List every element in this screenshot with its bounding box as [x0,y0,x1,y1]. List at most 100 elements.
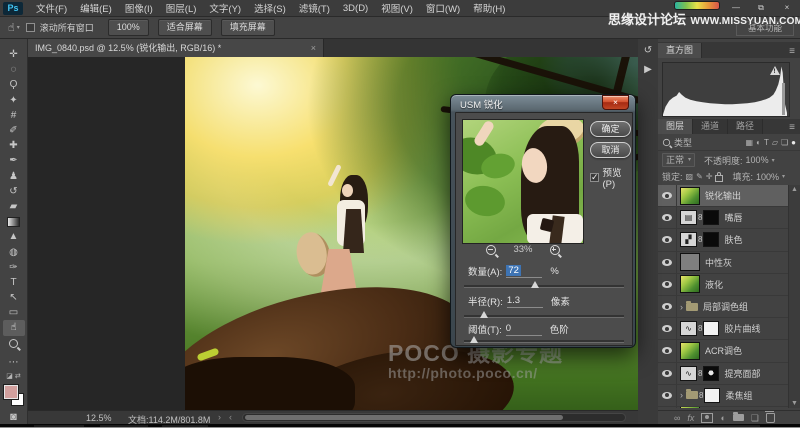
path-selection-tool[interactable]: ↖ [3,290,25,305]
layer-thumbnail[interactable] [680,406,700,408]
menu-3d[interactable]: 3D(D) [343,3,368,14]
zoom-in-icon[interactable] [549,244,560,255]
visibility-eye-icon[interactable] [662,236,672,244]
visibility-eye-icon[interactable] [662,325,672,333]
amount-slider[interactable] [464,281,624,288]
menu-file[interactable]: 文件(F) [36,1,67,15]
layer-row-partial[interactable] [658,406,788,408]
adjustment-layer-button-icon[interactable]: ◐ [720,413,725,423]
actions-panel-icon[interactable]: ▶ [641,63,655,77]
zoom-out-icon[interactable] [486,244,497,255]
new-layer-icon[interactable]: ❏ [751,413,759,423]
type-tool[interactable]: T [3,275,25,290]
horizontal-scrollbar-thumb[interactable] [245,415,563,420]
filter-smart-object-icon[interactable]: ❏ [781,138,788,147]
sharpen-preview[interactable] [462,119,584,244]
brush-tool[interactable]: ✒ [3,153,25,168]
layers-scrollbar[interactable]: ▲ ▼ [788,185,800,408]
filter-pixel-layers-icon[interactable]: ▦ [746,138,754,147]
pen-tool[interactable]: ✑ [3,260,25,275]
menu-filter[interactable]: 滤镜(T) [299,1,330,15]
mask-link-icon[interactable]: 8 [698,369,702,378]
visibility-eye-icon[interactable] [662,258,672,266]
status-popup-icon2[interactable]: ‹ [229,412,232,422]
gradient-tool[interactable] [3,214,25,229]
adjustment-layer-icon[interactable]: ▤ [680,210,697,226]
zoom-tool[interactable] [3,336,25,351]
lock-transparency-icon[interactable]: ▨ [686,172,694,181]
lock-all-icon[interactable] [715,171,724,182]
layer-group-local-color[interactable]: › 局部调色组 [658,295,788,319]
filter-shape-layers-icon[interactable]: ▱ [772,138,778,147]
amount-input[interactable]: 72 [506,264,543,278]
lasso-tool[interactable]: Ϙ [3,77,25,92]
hand-tool-icon[interactable]: ☝ [8,21,15,34]
history-panel-icon[interactable]: ↺ [641,44,655,58]
quick-selection-tool[interactable]: ✦ [3,93,25,108]
add-mask-icon[interactable] [701,412,714,423]
menu-edit[interactable]: 编辑(E) [80,1,112,15]
layer-mask-thumbnail[interactable] [703,365,720,381]
layer-thumbnail[interactable] [680,186,700,205]
fill-value[interactable]: 100% [756,172,779,182]
dialog-close-button[interactable]: × [602,95,629,110]
amount-slider-thumb[interactable] [531,281,540,288]
layer-mask-thumbnail[interactable] [703,210,720,226]
visibility-eye-icon[interactable] [662,192,672,200]
layer-row-film-curves[interactable]: ∿ 8 胶片曲线 [658,318,788,341]
mask-link-icon[interactable]: 8 [698,213,702,222]
status-popup-icon[interactable]: › [218,412,221,422]
cancel-button[interactable]: 取消 [590,142,631,158]
shape-tool[interactable]: ▭ [3,305,25,320]
layer-row-lips[interactable]: ▤ 8 嘴唇 [658,207,788,230]
filter-toggle-icon[interactable]: ● [791,138,796,147]
tab-paths[interactable]: 路径 [728,119,764,134]
menu-image[interactable]: 图像(I) [125,1,153,15]
link-layers-icon[interactable]: ∞ [674,413,680,423]
layer-thumbnail[interactable] [680,341,700,360]
fill-screen-button[interactable]: 填充屏幕 [220,19,275,36]
menu-window[interactable]: 窗口(W) [426,1,460,15]
tab-channels[interactable]: 通道 [693,119,729,134]
healing-brush-tool[interactable]: ✚ [3,138,25,153]
marquee-tool[interactable]: ◌ [3,62,25,77]
adjustment-layer-icon[interactable]: ∿ [680,365,697,381]
blur-tool[interactable]: ▲ [3,229,25,244]
status-zoom-level[interactable]: 12.5% [86,413,112,423]
cached-data-warning-icon[interactable] [770,66,780,75]
radius-slider-thumb[interactable] [480,311,488,318]
layer-group-soft-focus[interactable]: › 8 柔焦组 [658,384,788,407]
layer-row-sharpen-output[interactable]: 锐化输出 [658,185,788,208]
radius-slider[interactable] [464,311,624,318]
layer-mask-thumbnail[interactable] [703,321,720,337]
threshold-slider[interactable] [464,336,624,343]
layer-row-liquify[interactable]: 液化 [658,273,788,296]
dodge-tool[interactable]: ◍ [3,244,25,259]
group-expand-icon[interactable]: › [680,390,683,400]
layer-row-neutral-gray[interactable]: 中性灰 [658,251,788,274]
preview-checkbox[interactable] [590,172,599,183]
radius-input[interactable]: 1.3 [506,295,543,308]
layer-thumbnail[interactable] [680,253,700,272]
foreground-color-swatch[interactable] [3,384,18,399]
scroll-up-icon[interactable]: ▲ [791,186,798,193]
layer-style-fx-icon[interactable]: fx [687,413,694,423]
ok-button[interactable]: 确定 [590,121,631,137]
menu-layer[interactable]: 图层(L) [166,1,197,15]
layer-row-acr-color[interactable]: ACR调色 [658,340,788,363]
actual-pixels-button[interactable]: 100% [107,19,149,36]
edit-toolbar-button[interactable]: ⋯ [3,355,25,370]
lock-position-icon[interactable]: ✛ [706,172,713,181]
hand-tool[interactable]: ☝ [2,320,25,336]
layers-panel-menu-icon[interactable]: ≡ [789,122,795,133]
mask-link-icon[interactable]: 8 [699,391,703,400]
swap-colors-icon[interactable]: ⇄ [15,373,21,381]
new-group-icon[interactable] [732,412,744,421]
document-close-icon[interactable]: × [311,43,316,53]
filter-type-layers-icon[interactable]: T [764,138,769,147]
blend-mode-select[interactable]: 正常 ▾ [662,153,696,167]
layer-thumbnail[interactable] [680,275,700,294]
move-tool[interactable]: ✛ [3,47,25,62]
visibility-eye-icon[interactable] [662,303,672,311]
menu-help[interactable]: 帮助(H) [473,1,505,15]
